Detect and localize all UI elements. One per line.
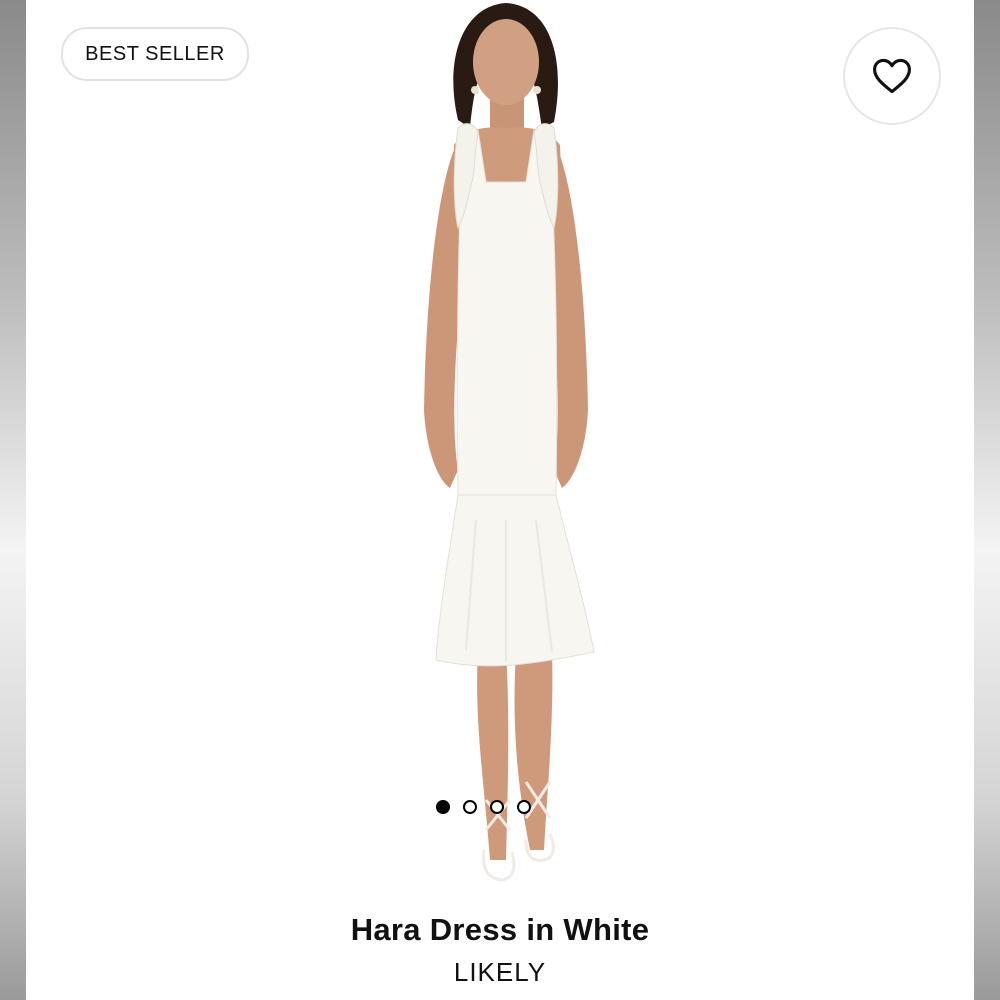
background-blur-right	[974, 0, 1000, 1000]
carousel-dot-3[interactable]	[490, 800, 504, 814]
model-leg-right	[514, 650, 553, 850]
product-image[interactable]	[366, 0, 656, 900]
model-leg-left	[477, 650, 509, 860]
product-card[interactable]: BEST SELLER Hara Dress in White LIKELY	[26, 0, 974, 1000]
model-earring-right	[533, 86, 541, 94]
dress-flounce	[435, 494, 595, 667]
carousel-dot-4[interactable]	[517, 800, 531, 814]
background-blur-left	[0, 0, 26, 1000]
model-face	[473, 19, 539, 105]
carousel-indicators	[436, 800, 531, 814]
carousel-dot-1[interactable]	[436, 800, 450, 814]
heart-icon	[873, 58, 911, 94]
product-title[interactable]: Hara Dress in White	[26, 912, 974, 948]
product-brand[interactable]: LIKELY	[26, 957, 974, 988]
model-earring-left	[471, 86, 479, 94]
best-seller-badge: BEST SELLER	[61, 27, 249, 81]
favorite-button[interactable]	[843, 27, 941, 125]
carousel-dot-2[interactable]	[463, 800, 477, 814]
badge-label: BEST SELLER	[85, 42, 225, 65]
